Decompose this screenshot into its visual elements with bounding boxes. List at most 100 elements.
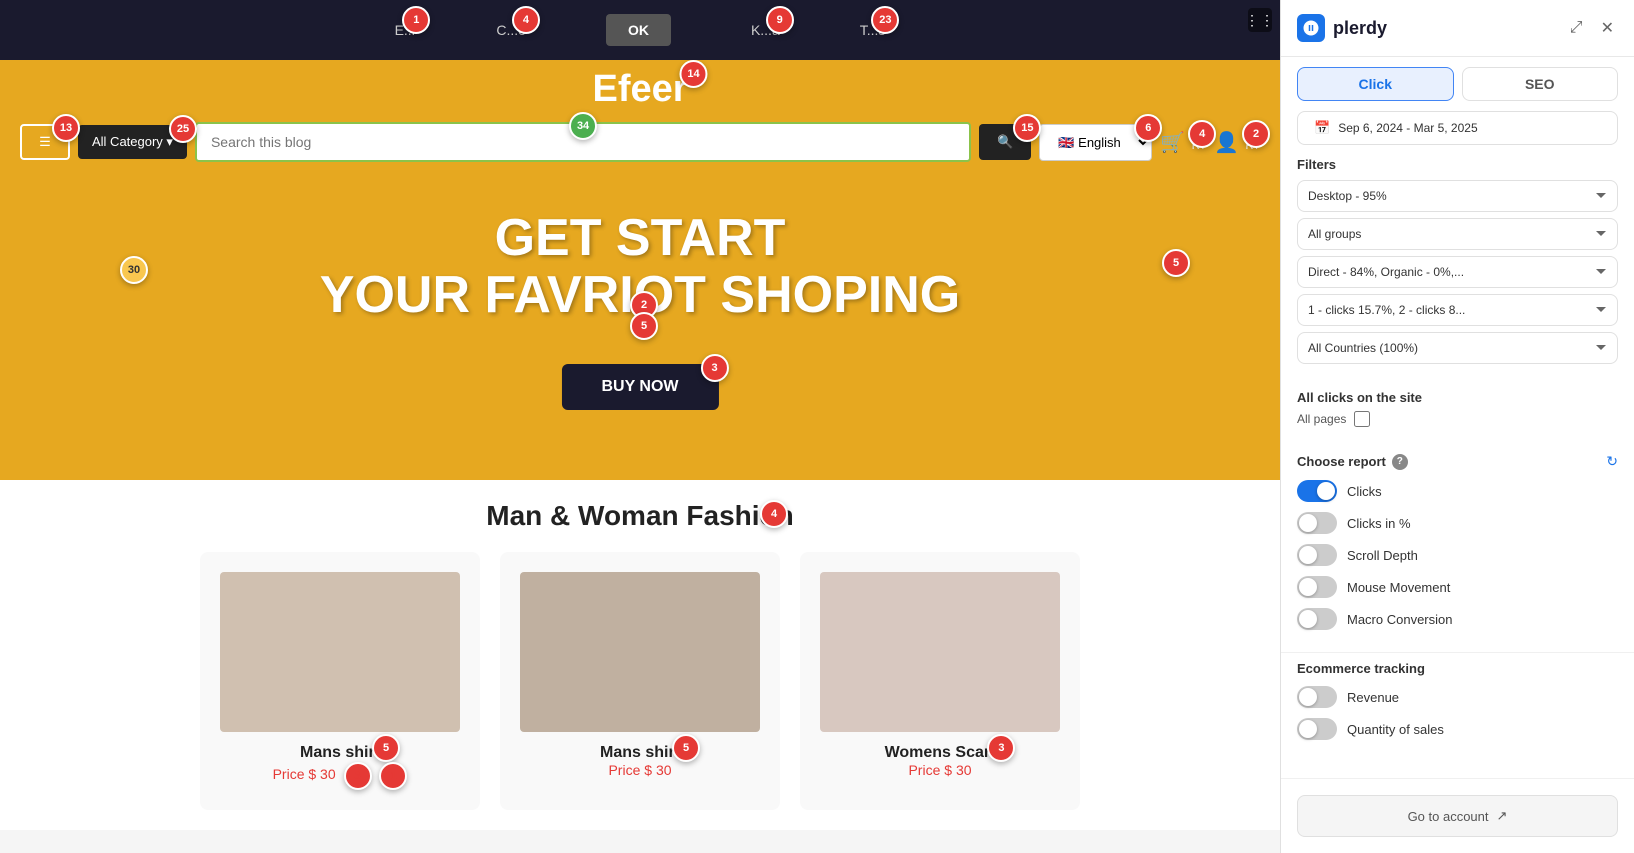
quantity-toggle[interactable] [1297,718,1337,740]
prod1-name-wrap: Mans shirt 5 [300,744,380,762]
countries-filter[interactable]: All Countries (100%) [1297,332,1618,364]
toggle-row-revenue: Revenue [1297,686,1618,708]
logo-badge: 14 [680,60,708,88]
all-clicks-title: All clicks on the site [1297,390,1618,405]
search-input-badge: 34 [569,112,597,140]
plerdy-logo-icon [1297,14,1325,42]
product-price-1: Price $ 30 3 1 [220,762,460,790]
nav-badge-2: 4 [512,6,540,34]
cart2-btn[interactable]: 👤 [1214,130,1239,155]
go-to-account-button[interactable]: Go to account ↗ [1297,795,1618,837]
product-price-3: Price $ 30 [820,762,1060,778]
nav-item-1[interactable]: E..r 1 [395,22,417,38]
scroll-depth-toggle[interactable] [1297,544,1337,566]
close-button[interactable]: ✕ [1597,14,1618,42]
products-section: Man & Woman Fashion 4 Mans shirt 5 Price… [0,480,1280,830]
plerdy-panel: plerdy ⤢ ✕ Click SEO 📅 Sep 6, 2024 - Mar… [1280,0,1634,853]
cart2-badge: 2 [1242,120,1270,148]
tab-click[interactable]: Click [1297,67,1454,101]
filters-section: Filters Desktop - 95% All groups Direct … [1281,157,1634,382]
prod3-name-wrap: Womens Scart 3 [885,744,996,762]
revenue-toggle[interactable] [1297,686,1337,708]
clicks-toggle[interactable] [1297,480,1337,502]
ecommerce-section: Ecommerce tracking Revenue Quantity of s… [1281,652,1634,758]
prod3-badge: 3 [987,734,1015,762]
search-right-badge: 15 [1013,114,1041,142]
macro-conversion-label: Macro Conversion [1347,612,1453,627]
macro-conversion-toggle[interactable] [1297,608,1337,630]
hero-logo: Efeer 14 [592,68,687,111]
all-pages-checkbox[interactable] [1354,411,1370,427]
filters-title: Filters [1297,157,1618,172]
choose-report-section: Choose report ? ↻ Clicks Clicks in % Scr… [1281,445,1634,648]
cart-wrap: 🛒 4 RT 👤 2 RT [1160,130,1260,155]
nav-item-4[interactable]: T...s 23 [860,22,886,38]
price-label-2: Price [608,762,640,778]
toggle-row-quantity: Quantity of sales [1297,718,1618,740]
left-icon-wrap: ☰ 13 [20,124,70,160]
hero-right-badge: 5 [1162,249,1190,277]
product-name-2: Mans shirt [600,744,680,761]
toggle-row-macro: Macro Conversion [1297,608,1618,630]
groups-filter[interactable]: All groups [1297,218,1618,250]
clicks-filter[interactable]: 1 - clicks 15.7%, 2 - clicks 8... [1297,294,1618,326]
toggle-row-clicks-pct: Clicks in % [1297,512,1618,534]
cart1-wrap: 🛒 4 RT [1160,130,1206,155]
cart2-wrap: 👤 2 RT [1214,130,1260,155]
all-pages-row: All pages [1297,411,1618,427]
product-card-2[interactable]: Mans shirt 5 Price $ 30 [500,552,780,810]
toggle-row-mouse: Mouse Movement [1297,576,1618,598]
search-input-wrap: 34 [195,122,971,162]
nav-item-2[interactable]: C...e 4 [496,22,526,38]
clicks-pct-toggle[interactable] [1297,512,1337,534]
price-value-2: $ 30 [644,762,671,778]
website-area: ⋮⋮ E..r 1 C...e 4 OK K...a 9 T...s 23 Ef… [0,0,1280,853]
go-to-account-label: Go to account [1408,809,1489,824]
hero-headline1: GET START [0,210,1280,267]
cart1-badge: 4 [1188,120,1216,148]
product-card-3[interactable]: Womens Scart 3 Price $ 30 [800,552,1080,810]
clicks-pct-label: Clicks in % [1347,516,1411,531]
choose-report-title: Choose report [1297,454,1386,469]
nav-item-3[interactable]: K...a 9 [751,22,780,38]
search-right-wrap: 🔍 15 [979,124,1031,160]
choose-report-header: Choose report ? ↻ [1297,453,1618,470]
products-title-wrap: Man & Woman Fashion 4 [40,500,1240,552]
expand-button[interactable]: ⤢ [1566,15,1587,41]
go-to-account-section: Go to account ↗ [1281,778,1634,853]
buy-now-button[interactable]: BUY NOW 3 [561,364,718,410]
nav-badge-3: 9 [766,6,794,34]
cart1-btn[interactable]: 🛒 [1160,130,1185,155]
product-img-1 [220,572,460,732]
ok-button[interactable]: OK [606,14,671,46]
product-name-3: Womens Scart [885,744,996,761]
price-label-1: Price [273,766,305,782]
search-bar-row: ☰ 13 All Category ▾ 25 34 🔍 15 🇬🇧 [20,122,1260,162]
product-card-1[interactable]: Mans shirt 5 Price $ 30 3 1 [200,552,480,810]
date-range[interactable]: 📅 Sep 6, 2024 - Mar 5, 2025 [1297,111,1618,145]
product-title-badge: 4 [760,500,788,528]
device-filter[interactable]: Desktop - 95% [1297,180,1618,212]
all-clicks-section: All clicks on the site All pages [1281,382,1634,445]
toggle-row-scroll: Scroll Depth [1297,544,1618,566]
hero-section: Efeer 14 ☰ 13 All Category ▾ 25 34 🔍 [0,60,1280,480]
products-grid: Mans shirt 5 Price $ 30 3 1 Mans shirt 5 [40,552,1240,810]
calendar-icon: 📅 [1314,120,1330,136]
mouse-movement-toggle[interactable] [1297,576,1337,598]
dots-menu[interactable]: ⋮⋮ [1248,8,1272,32]
quantity-label: Quantity of sales [1347,722,1444,737]
buy-badge: 3 [701,354,729,382]
prod2-badge: 5 [672,734,700,762]
help-icon[interactable]: ? [1392,454,1408,470]
traffic-filter[interactable]: Direct - 84%, Organic - 0%,... [1297,256,1618,288]
hero-dot2: 5 [630,312,658,340]
products-title: Man & Woman Fashion [40,500,1240,532]
clicks-label: Clicks [1347,484,1382,499]
refresh-button[interactable]: ↻ [1606,453,1618,470]
left-icon-badge: 13 [52,114,80,142]
category-badge: 25 [169,115,197,143]
buy-btn-wrap: BUY NOW 3 [561,404,718,450]
hero-left-badge: 30 [120,256,148,284]
tab-seo[interactable]: SEO [1462,67,1619,101]
nav-badge-1: 1 [402,6,430,34]
